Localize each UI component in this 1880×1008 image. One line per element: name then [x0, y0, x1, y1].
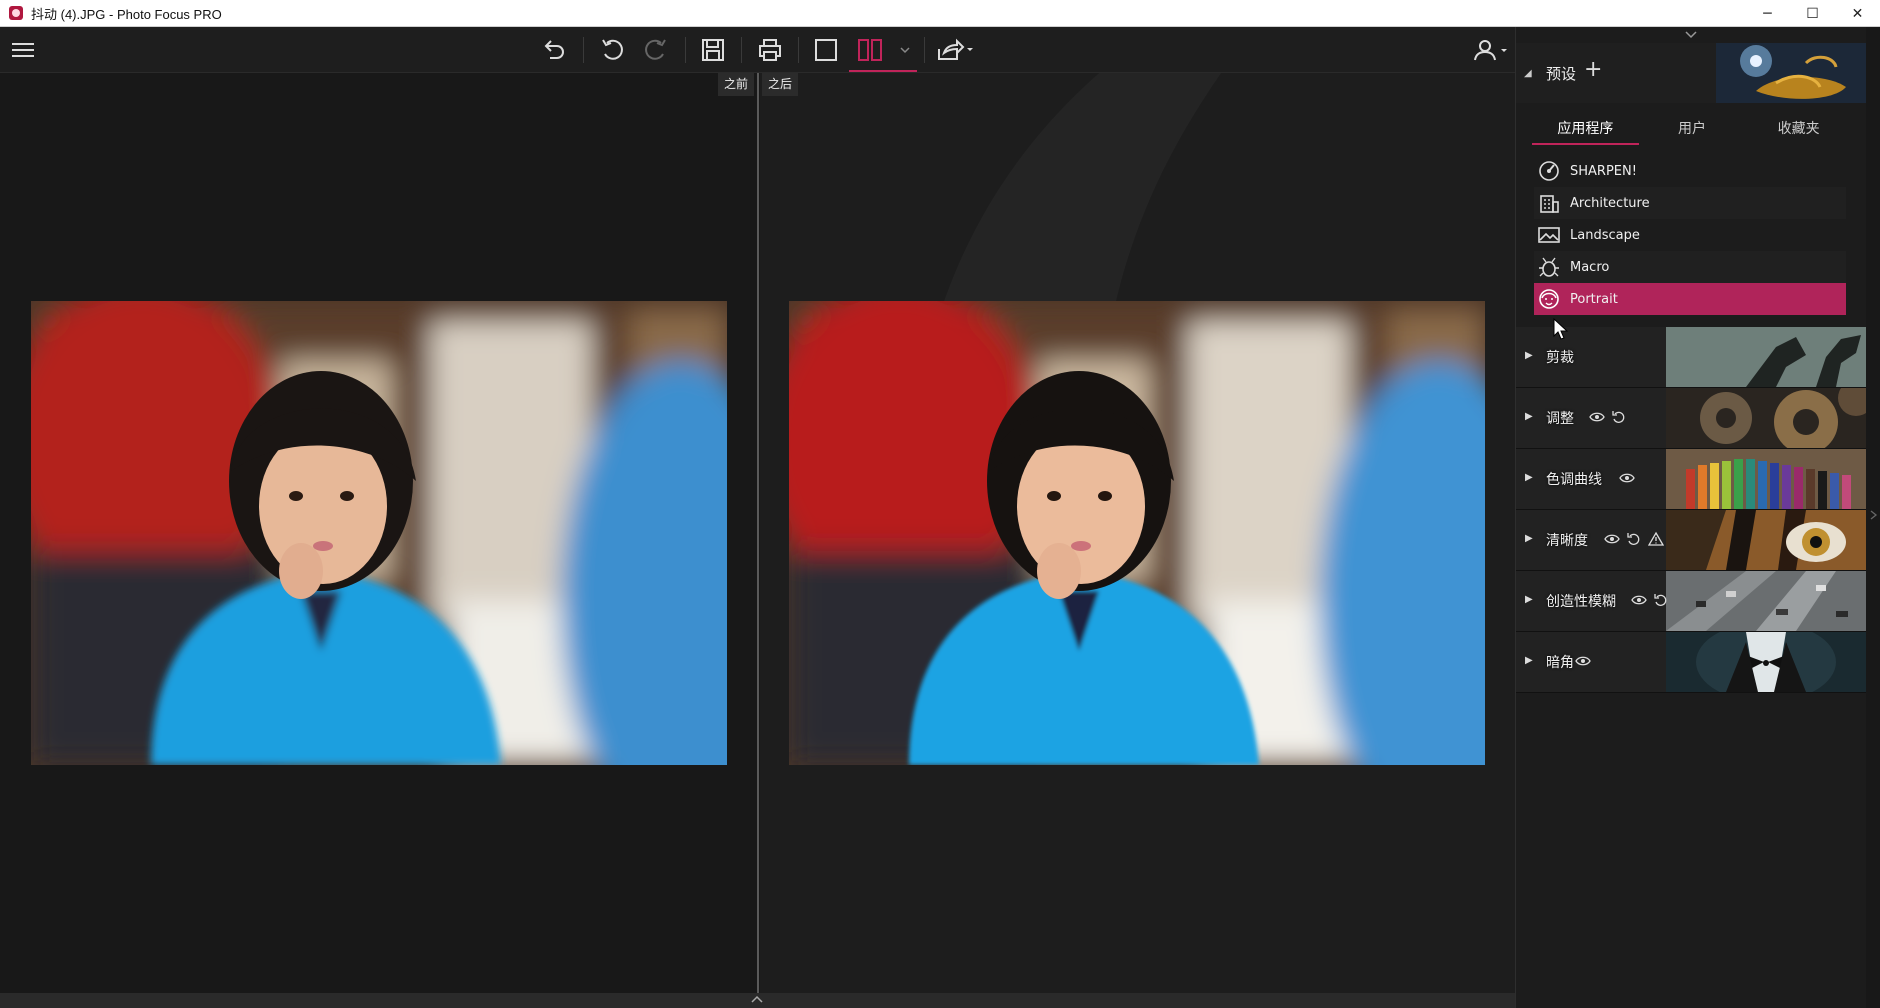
- compare-canvas: 之前 之后: [0, 73, 1515, 993]
- toolbar: [0, 27, 1515, 73]
- section-label: 剪裁: [1546, 350, 1574, 366]
- gears-section-thumbnail: [1666, 388, 1866, 448]
- landscape-icon: [1538, 227, 1560, 243]
- split-options-chevron-icon[interactable]: [888, 33, 922, 67]
- after-photo: [789, 301, 1485, 765]
- add-preset-icon[interactable]: +: [1584, 57, 1602, 82]
- magic-lamp-thumbnail: [1716, 43, 1866, 103]
- adjustment-sections: ▶ 剪裁 ▶ 调整 ▶ 色调曲线 ▶ 清晰度 ▶ 创造性模糊 ▶ 暗角: [1516, 327, 1866, 693]
- preset-item-label: SHARPEN!: [1570, 163, 1637, 179]
- sharpen-icon: [1539, 161, 1559, 181]
- save-icon[interactable]: [696, 33, 730, 67]
- preset-item-architecture[interactable]: Architecture: [1534, 187, 1846, 219]
- section-label: 清晰度: [1546, 533, 1588, 549]
- section-label: 色调曲线: [1546, 472, 1602, 488]
- window-controls: ─ ☐ ✕: [1745, 0, 1880, 27]
- preset-item-label: Macro: [1570, 259, 1610, 275]
- portrait-icon: [1539, 289, 1559, 309]
- street-section-thumbnail: [1666, 571, 1866, 631]
- reset-icon[interactable]: [1611, 409, 1627, 425]
- preset-item-portrait[interactable]: Portrait: [1534, 283, 1846, 315]
- tab-favorites[interactable]: 收藏夹: [1745, 115, 1852, 145]
- preset-list: SHARPEN! Architecture Landscape Macro Po…: [1534, 155, 1846, 315]
- expand-arrow-icon: ▶: [1525, 472, 1533, 483]
- section-adjust[interactable]: ▶ 调整: [1516, 388, 1866, 449]
- split-view-icon[interactable]: [853, 33, 887, 67]
- expand-arrow-icon: ▶: [1525, 655, 1533, 666]
- compare-divider[interactable]: [757, 73, 759, 993]
- preset-item-label: Architecture: [1570, 195, 1650, 211]
- crop-section-thumbnail: [1666, 327, 1866, 387]
- bottom-bar: [0, 993, 1515, 1008]
- preset-item-macro[interactable]: Macro: [1534, 251, 1846, 283]
- eye-icon[interactable]: [1619, 470, 1635, 486]
- eye-icon[interactable]: [1604, 531, 1620, 547]
- maximize-button[interactable]: ☐: [1790, 0, 1835, 27]
- undo-icon[interactable]: [595, 33, 629, 67]
- share-icon[interactable]: [934, 33, 976, 67]
- close-button[interactable]: ✕: [1835, 0, 1880, 27]
- preset-item-label: Portrait: [1570, 291, 1618, 307]
- expand-filmstrip-icon[interactable]: [750, 994, 764, 1004]
- expand-arrow-icon: ▶: [1525, 411, 1533, 422]
- section-vignette[interactable]: ▶ 暗角: [1516, 632, 1866, 693]
- before-photo: [31, 301, 727, 765]
- presets-title: 预设: [1546, 65, 1577, 83]
- collapse-panel-chevron[interactable]: [1516, 27, 1866, 43]
- tab-applications[interactable]: 应用程序: [1532, 115, 1639, 145]
- eye-icon[interactable]: [1631, 592, 1647, 608]
- title-bar: 抖动 (4).JPG - Photo Focus PRO ─ ☐ ✕: [0, 0, 1880, 27]
- active-view-indicator: [849, 70, 917, 72]
- macro-icon: [1539, 257, 1559, 277]
- preset-tabs: 应用程序 用户 收藏夹: [1532, 115, 1852, 145]
- reset-icon[interactable]: [1653, 592, 1669, 608]
- window-title: 抖动 (4).JPG - Photo Focus PRO: [31, 6, 222, 22]
- section-clarity[interactable]: ▶ 清晰度: [1516, 510, 1866, 571]
- presets-header[interactable]: ◢ 预设 +: [1516, 43, 1866, 103]
- section-tone-curve[interactable]: ▶ 色调曲线: [1516, 449, 1866, 510]
- section-label: 暗角: [1546, 655, 1574, 671]
- redo-icon[interactable]: [639, 33, 673, 67]
- right-panel: ◢ 预设 + 应用程序 用户 收藏夹 SHARPEN! Architecture…: [1515, 27, 1880, 1008]
- expand-arrow-icon: ▶: [1525, 533, 1533, 544]
- section-label: 创造性模糊: [1546, 594, 1616, 610]
- panel-scrollbar[interactable]: [1866, 27, 1880, 1008]
- section-label: 调整: [1546, 411, 1574, 427]
- undo-all-icon[interactable]: [537, 33, 571, 67]
- expand-arrow-icon: ▶: [1525, 594, 1533, 605]
- after-label: 之后: [762, 73, 799, 96]
- eye-icon[interactable]: [1575, 653, 1591, 669]
- print-icon[interactable]: [753, 33, 787, 67]
- reset-icon[interactable]: [1626, 531, 1642, 547]
- pencils-section-thumbnail: [1666, 449, 1866, 509]
- presets-expanded-arrow-icon: ◢: [1524, 68, 1532, 79]
- app-icon: [9, 6, 23, 20]
- section-creative-blur[interactable]: ▶ 创造性模糊: [1516, 571, 1866, 632]
- preset-item-landscape[interactable]: Landscape: [1534, 219, 1846, 251]
- eye-icon[interactable]: [1589, 409, 1605, 425]
- tab-user[interactable]: 用户: [1639, 115, 1746, 145]
- tuxedo-section-thumbnail: [1666, 632, 1866, 692]
- mouse-cursor-icon: [1553, 318, 1569, 340]
- tiger-eye-section-thumbnail: [1666, 510, 1866, 570]
- user-icon[interactable]: [1470, 33, 1512, 67]
- minimize-button[interactable]: ─: [1745, 0, 1790, 27]
- warning-icon: [1648, 531, 1664, 546]
- chevron-down-icon: [1685, 31, 1697, 39]
- preset-item-label: Landscape: [1570, 227, 1640, 243]
- single-view-icon[interactable]: [809, 33, 843, 67]
- menu-icon[interactable]: [6, 33, 40, 67]
- expand-arrow-icon: ▶: [1525, 350, 1533, 361]
- preset-item-sharpen[interactable]: SHARPEN!: [1534, 155, 1846, 187]
- chevron-right-icon: [1870, 510, 1878, 520]
- architecture-icon: [1540, 195, 1559, 213]
- before-label: 之前: [718, 73, 755, 96]
